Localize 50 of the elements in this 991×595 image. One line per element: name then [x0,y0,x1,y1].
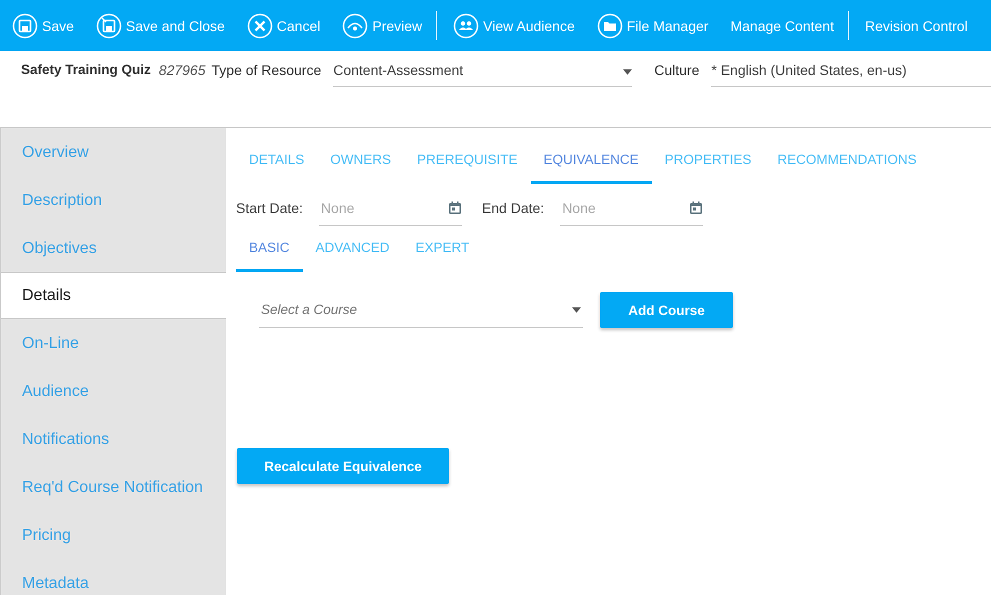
toolbar-button[interactable]: View Audience [451,8,587,44]
toolbar-button[interactable]: Save and Close [94,8,237,44]
floppy-disk-icon [12,12,38,38]
course-select-input[interactable]: Select a Course [259,301,572,318]
eye-icon [342,12,368,38]
caret-icon [623,69,632,75]
tab[interactable]: RECOMMENDATIONS [764,146,930,184]
field-label: Culture [654,62,700,78]
sidebar-item[interactable]: Pricing [1,511,226,559]
sidebar-item[interactable]: Objectives [1,224,226,272]
tab[interactable]: ADVANCED [302,236,403,272]
sidebar-item[interactable]: Details [1,272,226,319]
toolbar-button[interactable]: File Manager [594,8,720,44]
date-label: Start Date: [236,200,303,216]
tab[interactable]: PROPERTIES [652,146,764,184]
tab[interactable]: OWNERS [317,146,404,184]
resource-title: Safety Training Quiz [21,62,151,77]
folder-icon [596,12,623,38]
recalculate-button[interactable]: Recalculate Equivalence [237,448,449,484]
field-label: Type of Resource [212,62,322,78]
sidebar-item[interactable]: Req'd Course Notification [1,463,226,511]
toolbar-button[interactable]: Cancel [244,8,332,44]
toolbar-button[interactable]: Save [10,8,86,44]
tab[interactable]: DETAILS [236,146,318,184]
toolbar-button[interactable]: Manage Content [728,8,846,44]
tab[interactable]: EXPERT [402,236,482,272]
caret-icon [572,306,581,312]
calendar-icon [448,200,462,214]
sidebar-item[interactable]: Overview [1,128,226,176]
tab[interactable]: EQUIVALENCE [530,146,652,184]
sidebar-item[interactable]: Notifications [1,415,226,463]
calendar-icon [689,200,704,214]
date-input[interactable]: None [560,198,690,216]
date-label: End Date: [482,200,544,216]
close-icon [246,12,273,38]
date-input[interactable]: None [318,198,448,216]
culture-field[interactable]: * English (United States, en-us) [711,61,991,87]
toolbar-button[interactable]: Revision Control [862,8,980,44]
resource-id: 827965 [158,62,206,78]
people-icon [453,12,480,38]
floppy-disk-icon [96,12,122,38]
resource-type-dropdown[interactable]: Content-Assessment [333,61,632,87]
tab[interactable]: BASIC [236,236,303,272]
sidebar-item[interactable]: On-Line [1,319,226,367]
toolbar-button[interactable]: Preview [340,8,434,44]
tab[interactable]: PREREQUISITE [404,146,531,184]
sidebar-item[interactable]: Audience [1,367,226,415]
add-course-button[interactable]: Add Course [600,292,733,328]
sidebar-item[interactable]: Metadata [1,559,226,595]
sidebar-item[interactable]: Description [1,176,226,224]
